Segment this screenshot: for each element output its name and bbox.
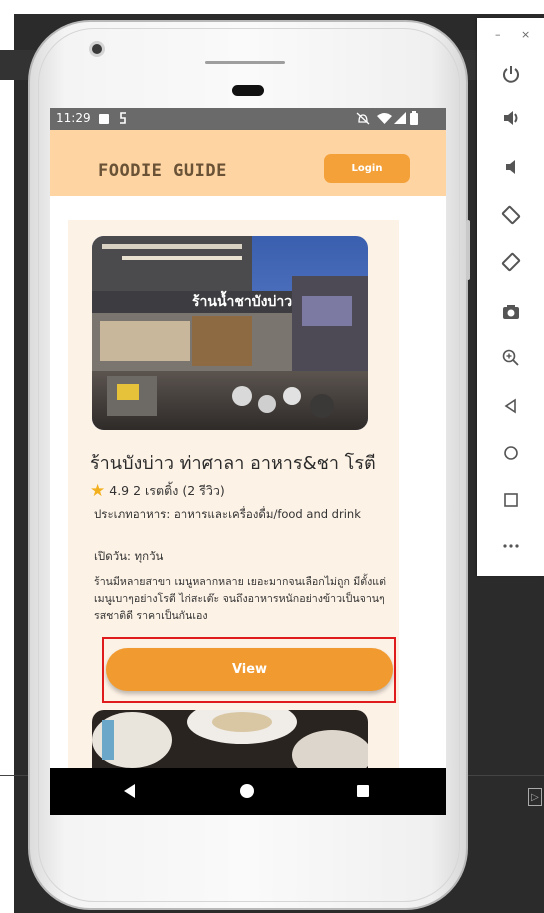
volume-up-icon[interactable] bbox=[477, 96, 544, 140]
earpiece bbox=[232, 85, 264, 96]
zoom-in-icon[interactable] bbox=[477, 336, 544, 380]
rating-row: ★ 4.9 2 เรตติ้ง (2 รีวิว) bbox=[90, 481, 225, 501]
highlight-box bbox=[102, 637, 396, 703]
sim-icon bbox=[120, 112, 126, 124]
android-nav-bar bbox=[50, 768, 446, 815]
side-key[interactable] bbox=[466, 220, 470, 280]
restaurant-name: ร้านบังบ่าว ท่าศาลา อาหาร&ชา โรตี bbox=[90, 453, 376, 474]
signal-icon bbox=[394, 112, 406, 124]
rotate-right-icon[interactable] bbox=[477, 240, 544, 284]
login-button[interactable]: Login bbox=[324, 154, 410, 183]
status-time: 11:29 bbox=[56, 111, 91, 125]
next-restaurant-photo[interactable] bbox=[92, 710, 368, 770]
emulator-toolbar: – × bbox=[477, 18, 544, 576]
nav-back-icon[interactable] bbox=[124, 784, 135, 798]
rating-text: 4.9 2 เรตติ้ง (2 รีวิว) bbox=[109, 483, 225, 498]
wifi-icon bbox=[377, 113, 392, 124]
close-button[interactable]: × bbox=[521, 28, 530, 41]
star-icon: ★ bbox=[90, 480, 106, 501]
minimize-button[interactable]: – bbox=[495, 28, 501, 41]
app-title: FOODIE GUIDE bbox=[98, 161, 227, 181]
window-top-strip bbox=[0, 0, 544, 14]
front-camera-icon bbox=[92, 44, 102, 54]
open-days: เปิดวัน: ทุกวัน bbox=[94, 549, 164, 563]
battery-icon bbox=[410, 111, 418, 125]
device-screen: 11:29 FOODIE GUIDE Login ร้านน้ำชาบังบ่า… bbox=[50, 108, 446, 815]
back-icon[interactable] bbox=[477, 384, 544, 428]
window-left-strip bbox=[0, 14, 14, 913]
restaurant-description: ร้านมีหลายสาขา เมนูหลากหลาย เยอะมากจนเลื… bbox=[94, 576, 386, 622]
rotate-left-icon[interactable] bbox=[477, 193, 544, 237]
speaker-grille bbox=[205, 61, 285, 64]
mute-icon bbox=[356, 112, 370, 125]
app-bar: FOODIE GUIDE Login bbox=[50, 130, 446, 196]
overview-icon[interactable] bbox=[477, 478, 544, 522]
power-icon[interactable] bbox=[477, 52, 544, 96]
camera-icon[interactable] bbox=[477, 290, 544, 334]
status-bar: 11:29 bbox=[50, 108, 446, 130]
more-icon[interactable] bbox=[477, 524, 544, 568]
volume-down-icon[interactable] bbox=[477, 145, 544, 189]
nav-recents-icon[interactable] bbox=[357, 785, 369, 797]
home-icon[interactable] bbox=[477, 431, 544, 475]
restaurant-photo[interactable]: ร้านน้ำชาบังบ่าว bbox=[92, 236, 368, 430]
food-type: ประเภทอาหาร: อาหารและเครื่องดื่ม/food an… bbox=[94, 507, 361, 521]
nav-home-icon[interactable] bbox=[240, 784, 254, 798]
expand-panel-icon[interactable]: ▷ bbox=[528, 788, 542, 806]
clipboard-icon bbox=[99, 114, 109, 124]
